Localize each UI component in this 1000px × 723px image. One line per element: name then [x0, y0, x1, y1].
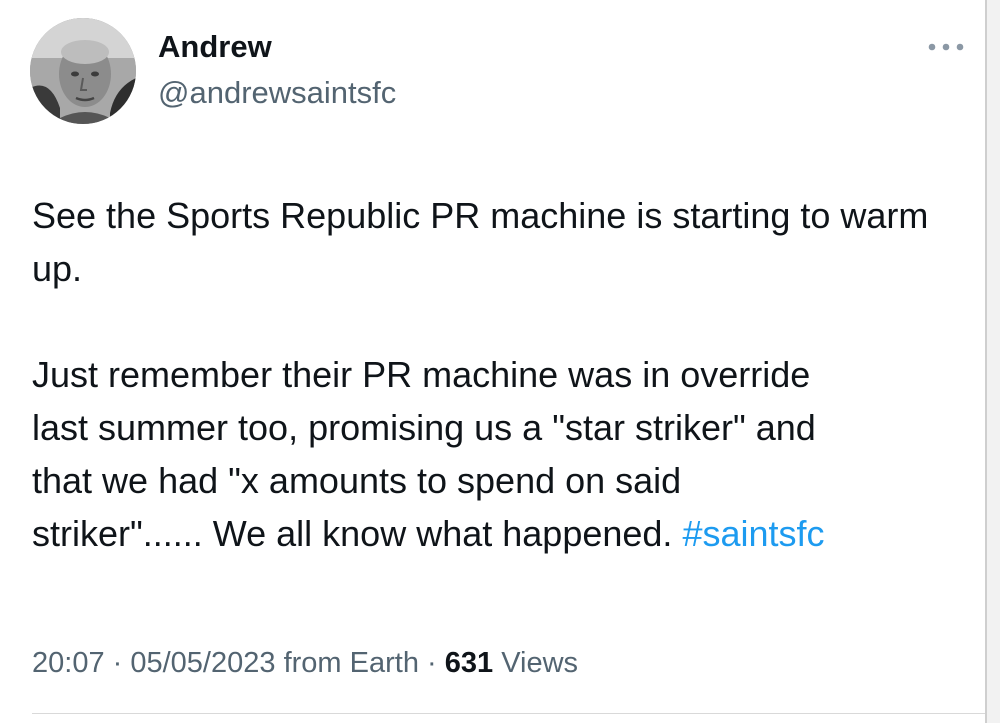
more-horizontal-icon [928, 43, 964, 51]
avatar[interactable] [30, 18, 136, 124]
author-handle[interactable]: @andrewsaintsfc [158, 74, 396, 112]
tweet-line: striker"...... We all know what happened… [32, 513, 683, 554]
author-display-name[interactable]: Andrew [158, 28, 272, 66]
views-count: 631 [444, 647, 494, 679]
divider [32, 713, 985, 714]
tweet-paragraph-2: Just remember their PR machine was in ov… [32, 348, 977, 560]
views-label: Views [493, 647, 579, 679]
hashtag-link[interactable]: #saintsfc [682, 513, 824, 554]
more-button[interactable] [924, 33, 968, 61]
source-prefix: from [275, 647, 350, 679]
tweet-text: See the Sports Republic PR machine is st… [32, 189, 977, 560]
meta-separator: · [104, 647, 131, 679]
tweet: Andrew @andrewsaintsfc See the Sports Re… [0, 0, 1000, 723]
tweet-meta: 20:07 · 05/05/2023 from Earth · 631 View… [32, 643, 578, 683]
meta-separator: · [418, 647, 445, 679]
scroll-edge [985, 0, 1000, 723]
tweet-line: last summer too, promising us a "star st… [32, 407, 816, 448]
tweet-date[interactable]: 05/05/2023 [130, 647, 275, 679]
tweet-time[interactable]: 20:07 [32, 647, 105, 679]
tweet-source: Earth [349, 647, 419, 679]
profile-photo-icon [30, 18, 136, 124]
tweet-paragraph-1: See the Sports Republic PR machine is st… [32, 195, 929, 289]
tweet-line: Just remember their PR machine was in ov… [32, 354, 811, 395]
tweet-line: that we had "x amounts to spend on said [32, 460, 682, 501]
